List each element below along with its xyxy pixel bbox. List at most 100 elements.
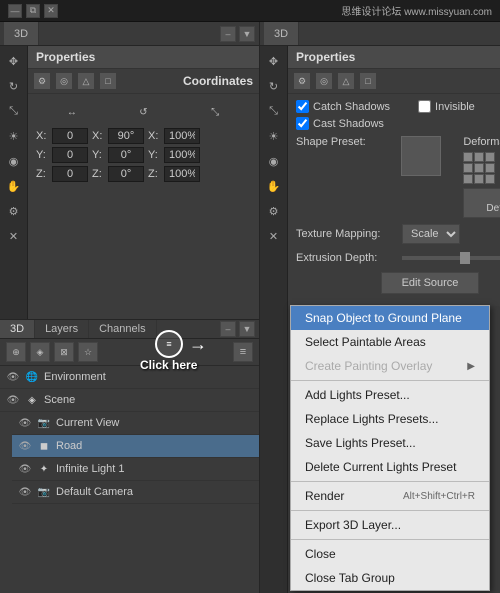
layer-vis-road[interactable]: 👁 xyxy=(18,439,32,453)
deform-dot-9[interactable] xyxy=(485,174,495,184)
deform-dot-7[interactable] xyxy=(463,174,473,184)
deform-grid xyxy=(463,152,500,184)
left-panel-minimize[interactable]: – xyxy=(220,26,236,42)
rtool-camera[interactable]: ◉ xyxy=(263,150,285,172)
coord-x-pos[interactable] xyxy=(52,128,88,144)
shape-preview-box[interactable] xyxy=(401,136,441,176)
ctx-label-replace-lights: Replace Lights Presets... xyxy=(305,412,438,426)
rprops-icon-3[interactable]: △ xyxy=(338,73,354,89)
vtool-pan[interactable]: ✋ xyxy=(3,175,25,197)
cast-shadows-row: Cast Shadows xyxy=(296,117,500,130)
ctx-item-add-lights[interactable]: Add Lights Preset... xyxy=(291,383,489,407)
maximize-button[interactable]: ⧉ xyxy=(26,4,40,18)
ctx-item-render[interactable]: Render Alt+Shift+Ctrl+R xyxy=(291,484,489,508)
layer-tab-layers[interactable]: Layers xyxy=(35,320,89,338)
layer-vis-environment[interactable]: 👁 xyxy=(6,370,20,384)
layer-panel-controls: – ▼ xyxy=(220,320,259,338)
left-panel-collapse[interactable]: ▼ xyxy=(239,26,255,42)
vtool-scale[interactable]: ⤡ xyxy=(3,100,25,122)
vtool-extra[interactable]: ⚙ xyxy=(3,200,25,222)
ctx-item-snap[interactable]: Snap Object to Ground Plane xyxy=(291,306,489,330)
coord-z-rot[interactable] xyxy=(108,166,144,182)
props-icon-4[interactable]: □ xyxy=(100,73,116,89)
props-icon-3[interactable]: △ xyxy=(78,73,94,89)
coord-x-scale[interactable] xyxy=(164,128,200,144)
layer-edit-btn[interactable]: ◈ xyxy=(30,342,50,362)
ctx-item-delete-lights[interactable]: Delete Current Lights Preset xyxy=(291,455,489,479)
ctx-item-close-tab-group[interactable]: Close Tab Group xyxy=(291,566,489,590)
vtool-move[interactable]: ✥ xyxy=(3,50,25,72)
window-controls[interactable]: — ⧉ ✕ xyxy=(8,4,58,18)
layer-add-btn[interactable]: ⊕ xyxy=(6,342,26,362)
deform-dot-4[interactable] xyxy=(463,163,473,173)
layer-name-camera: Default Camera xyxy=(56,486,253,498)
vtool-light[interactable]: ☀ xyxy=(3,125,25,147)
list-item: 👁 ◈ Scene xyxy=(0,389,259,412)
minimize-button[interactable]: — xyxy=(8,4,22,18)
coord-y-pos[interactable] xyxy=(52,147,88,163)
cast-shadows-checkbox[interactable] xyxy=(296,117,309,130)
vtool-camera[interactable]: ◉ xyxy=(3,150,25,172)
ctx-item-export[interactable]: Export 3D Layer... xyxy=(291,513,489,537)
left-3d-tab[interactable]: 3D xyxy=(4,22,39,45)
left-properties-header: Properties xyxy=(28,46,259,69)
rtool-light[interactable]: ☀ xyxy=(263,125,285,147)
rprops-icon-4[interactable]: □ xyxy=(360,73,376,89)
coord-y-scale[interactable] xyxy=(164,147,200,163)
layer-menu-btn[interactable]: ≡ xyxy=(233,342,253,362)
layer-minimize-btn[interactable]: – xyxy=(220,321,236,337)
layer-vis-currentview[interactable]: 👁 xyxy=(18,416,32,430)
deform-dot-5[interactable] xyxy=(474,163,484,173)
rtool-extra[interactable]: ⚙ xyxy=(263,200,285,222)
rprops-icon-2[interactable]: ◎ xyxy=(316,73,332,89)
ctx-label-select-paintable: Select Paintable Areas xyxy=(305,335,426,349)
coord-x-rot[interactable] xyxy=(108,128,144,144)
vtool-settings[interactable]: ✕ xyxy=(3,225,25,247)
deform-dot-3[interactable] xyxy=(485,152,495,162)
layer-icon-environment: 🌐 xyxy=(24,369,40,385)
rtool-scale[interactable]: ⤡ xyxy=(263,100,285,122)
coord-z-scale[interactable] xyxy=(164,166,200,182)
ctx-item-save-lights[interactable]: Save Lights Preset... xyxy=(291,431,489,455)
ctx-item-close[interactable]: Close xyxy=(291,542,489,566)
props-icon-1[interactable]: ⚙ xyxy=(34,73,50,89)
vtool-rotate[interactable]: ↻ xyxy=(3,75,25,97)
close-button[interactable]: ✕ xyxy=(44,4,58,18)
rprops-icon-1[interactable]: ⚙ xyxy=(294,73,310,89)
layer-collapse-btn[interactable]: ▼ xyxy=(239,321,255,337)
deform-dot-2[interactable] xyxy=(474,152,484,162)
ctx-item-replace-lights[interactable]: Replace Lights Presets... xyxy=(291,407,489,431)
extrusion-slider[interactable] xyxy=(402,256,500,260)
invisible-checkbox[interactable] xyxy=(418,100,431,113)
layer-delete-btn[interactable]: ⊠ xyxy=(54,342,74,362)
rtool-move[interactable]: ✥ xyxy=(263,50,285,72)
layer-vis-light[interactable]: 👁 xyxy=(18,462,32,476)
layer-star-btn[interactable]: ☆ xyxy=(78,342,98,362)
reset-deformation-btn[interactable]: Reset Deformation xyxy=(463,188,500,218)
rtool-pan[interactable]: ✋ xyxy=(263,175,285,197)
rtool-settings[interactable]: ✕ xyxy=(263,225,285,247)
texture-mapping-select[interactable]: Scale xyxy=(402,224,460,244)
right-props-toolbar: ⚙ ◎ △ □ Mesh xyxy=(288,69,500,94)
layer-tab-3d[interactable]: 3D xyxy=(0,320,35,338)
deform-dot-8[interactable] xyxy=(474,174,484,184)
ctx-label-snap: Snap Object to Ground Plane xyxy=(305,311,462,325)
deform-dot-6[interactable] xyxy=(485,163,495,173)
title-bar: — ⧉ ✕ 思维设计论坛 www.missyuan.com xyxy=(0,0,500,22)
right-3d-tab[interactable]: 3D xyxy=(264,22,299,45)
left-panel: 3D – ▼ ✥ ↻ ⤡ ☀ ◉ ✋ ⚙ ✕ Properties xyxy=(0,22,260,593)
layer-vis-camera[interactable]: 👁 xyxy=(18,485,32,499)
left-panel-controls: – ▼ xyxy=(220,26,255,42)
edit-source-btn[interactable]: Edit Source xyxy=(381,272,480,294)
coord-y-rot[interactable] xyxy=(108,147,144,163)
slider-thumb[interactable] xyxy=(460,252,470,264)
right-vertical-toolbar: ✥ ↻ ⤡ ☀ ◉ ✋ ⚙ ✕ xyxy=(260,46,288,593)
layer-tab-channels[interactable]: Channels xyxy=(89,320,156,338)
props-icon-2[interactable]: ◎ xyxy=(56,73,72,89)
layer-vis-scene[interactable]: 👁 xyxy=(6,393,20,407)
deform-dot-1[interactable] xyxy=(463,152,473,162)
catch-shadows-checkbox[interactable] xyxy=(296,100,309,113)
ctx-item-select-paintable[interactable]: Select Paintable Areas xyxy=(291,330,489,354)
coord-z-pos[interactable] xyxy=(52,166,88,182)
rtool-rotate[interactable]: ↻ xyxy=(263,75,285,97)
